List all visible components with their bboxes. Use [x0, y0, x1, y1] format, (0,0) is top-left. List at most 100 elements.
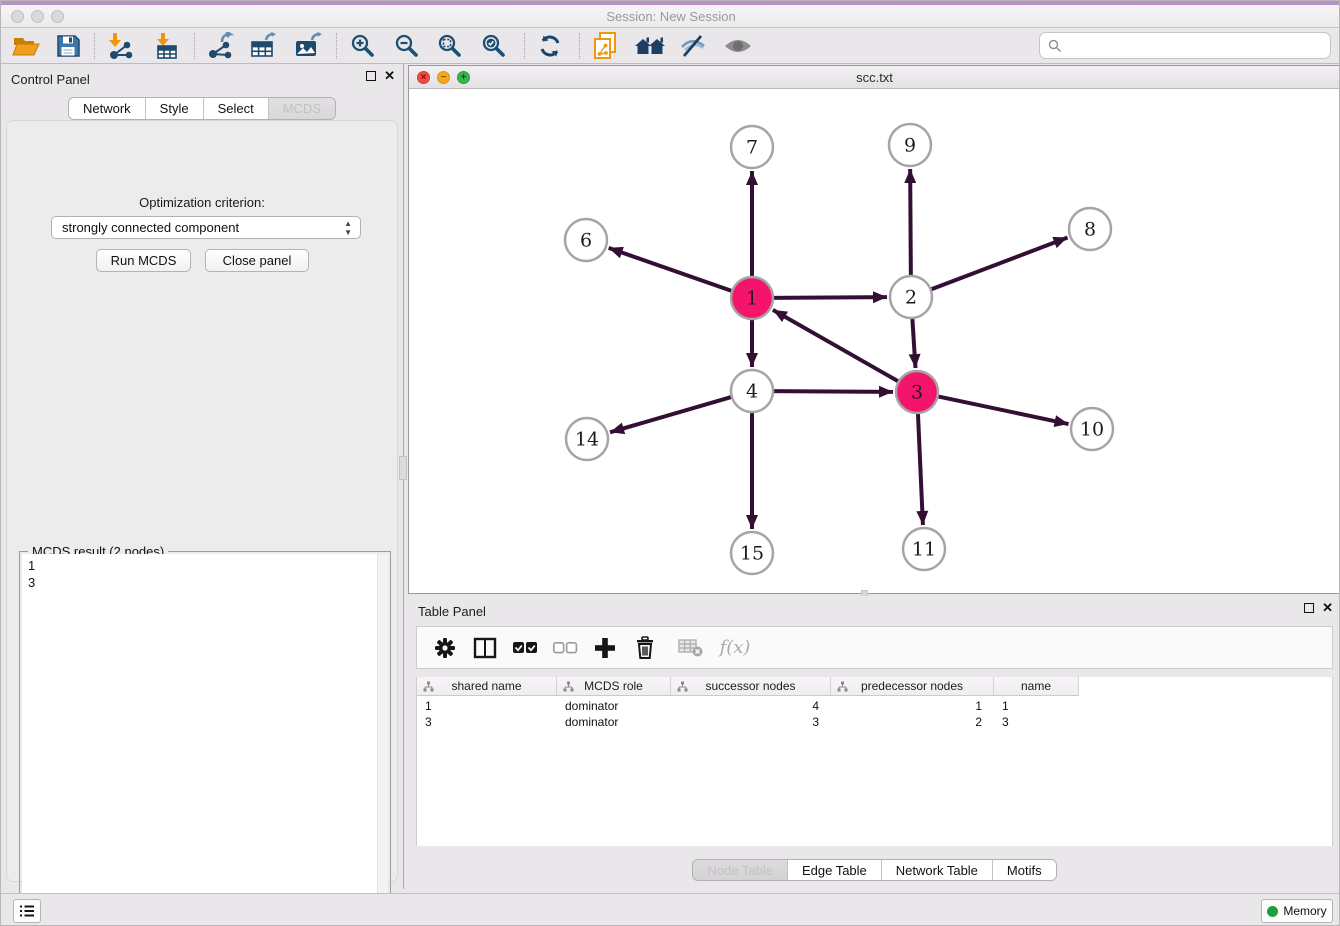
- graph-node-15[interactable]: 15: [731, 532, 773, 574]
- graph-node-9[interactable]: 9: [889, 124, 931, 166]
- memory-button[interactable]: Memory: [1261, 899, 1333, 923]
- graph-node-1[interactable]: 1: [731, 277, 773, 319]
- column-type-icon: [563, 681, 574, 692]
- task-history-button[interactable]: [13, 899, 41, 923]
- run-mcds-button[interactable]: Run MCDS: [96, 249, 191, 272]
- cell-shared-name[interactable]: 3: [417, 714, 557, 730]
- graph-edge-3-10[interactable]: [936, 396, 1069, 424]
- graph-node-label: 9: [904, 135, 916, 157]
- select-all-rows-icon[interactable]: [507, 630, 543, 666]
- graph-node-8[interactable]: 8: [1069, 208, 1111, 250]
- graph-edge-4-3[interactable]: [771, 391, 893, 392]
- graph-edge-1-6[interactable]: [609, 248, 734, 292]
- cell-successor-nodes[interactable]: 3: [671, 714, 831, 730]
- select-stepper-icon: ▲▼: [344, 219, 352, 237]
- cell-name[interactable]: 1: [994, 698, 1079, 714]
- graph-node-14[interactable]: 14: [566, 418, 608, 460]
- import-network-icon[interactable]: [101, 30, 139, 62]
- cell-predecessor-nodes[interactable]: 1: [831, 698, 994, 714]
- graph-node-2[interactable]: 2: [890, 276, 932, 318]
- cell-MCDS-role[interactable]: dominator: [557, 714, 671, 730]
- add-column-icon[interactable]: [587, 630, 623, 666]
- show-panel-icon[interactable]: [719, 30, 757, 62]
- float-table-panel-icon[interactable]: [1304, 603, 1314, 613]
- zoom-in-icon[interactable]: [344, 30, 382, 62]
- cell-MCDS-role[interactable]: dominator: [557, 698, 671, 714]
- graph-node-6[interactable]: 6: [565, 219, 607, 261]
- tab-network-table[interactable]: Network Table: [882, 860, 993, 880]
- float-panel-icon[interactable]: [366, 71, 376, 81]
- export-table-icon[interactable]: [245, 30, 283, 62]
- table-row[interactable]: 1dominator411: [417, 698, 1079, 714]
- cell-name[interactable]: 3: [994, 714, 1079, 730]
- import-table-icon[interactable]: [148, 30, 186, 62]
- tab-style[interactable]: Style: [146, 98, 204, 119]
- table-row[interactable]: 3dominator323: [417, 714, 1079, 730]
- node-table[interactable]: shared nameMCDS rolesuccessor nodesprede…: [416, 677, 1333, 846]
- vertical-splitter-handle[interactable]: [399, 456, 407, 480]
- mcds-result-values: 1 3: [22, 554, 388, 591]
- table-settings-gear-icon[interactable]: [427, 630, 463, 666]
- column-header-MCDS-role[interactable]: MCDS role: [557, 677, 671, 696]
- tab-select[interactable]: Select: [204, 98, 269, 119]
- graph-edge-3-1[interactable]: [773, 310, 901, 383]
- network-window-titlebar[interactable]: × − + scc.txt: [409, 66, 1340, 89]
- cell-predecessor-nodes[interactable]: 2: [831, 714, 994, 730]
- tab-motifs[interactable]: Motifs: [993, 860, 1056, 880]
- zoom-fit-icon[interactable]: [431, 30, 469, 62]
- tab-network[interactable]: Network: [69, 98, 146, 119]
- first-network-icon[interactable]: [587, 30, 625, 62]
- zoom-selected-icon[interactable]: [475, 30, 513, 62]
- cell-shared-name[interactable]: 1: [417, 698, 557, 714]
- hide-panel-icon[interactable]: [674, 30, 712, 62]
- graph-edge-2-9[interactable]: [910, 169, 911, 278]
- close-table-panel-icon[interactable]: ✕: [1322, 603, 1333, 613]
- graph-node-4[interactable]: 4: [731, 370, 773, 412]
- graph-node-7[interactable]: 7: [731, 126, 773, 168]
- tab-node-table[interactable]: Node Table: [693, 860, 788, 880]
- zoom-out-icon[interactable]: [388, 30, 426, 62]
- column-header-shared-name[interactable]: shared name: [417, 677, 557, 696]
- graph-node-label: 10: [1080, 419, 1104, 441]
- task-list-icon: [19, 904, 35, 918]
- close-panel-icon[interactable]: ✕: [384, 71, 395, 81]
- function-builder-icon: f(x): [717, 630, 753, 666]
- tab-edge-table[interactable]: Edge Table: [788, 860, 882, 880]
- close-panel-button[interactable]: Close panel: [205, 249, 309, 272]
- network-canvas[interactable]: 7 9 6 8 1 2 4 3 14 10 15 11: [409, 89, 1340, 593]
- graph-node-label: 15: [740, 543, 764, 565]
- column-header-name[interactable]: name: [994, 677, 1079, 696]
- deselect-all-rows-icon[interactable]: [547, 630, 583, 666]
- graph-edge-4-14[interactable]: [610, 396, 734, 432]
- export-network-icon[interactable]: [201, 30, 239, 62]
- split-view-icon[interactable]: [467, 630, 503, 666]
- criterion-select[interactable]: strongly connected component ▲▼: [51, 216, 361, 239]
- graph-node-3[interactable]: 3: [896, 371, 938, 413]
- graph-node-10[interactable]: 10: [1071, 408, 1113, 450]
- mcds-result-group: MCDS result (2 nodes) 1 3: [19, 551, 391, 926]
- graph-edge-3-11[interactable]: [918, 411, 923, 525]
- graph-node-11[interactable]: 11: [903, 528, 945, 570]
- column-header-successor-nodes[interactable]: successor nodes: [671, 677, 831, 696]
- search-input[interactable]: [1067, 38, 1330, 53]
- show-all-networks-icon[interactable]: [631, 30, 669, 62]
- result-scrollbar[interactable]: [377, 554, 388, 926]
- graph-edge-1-2[interactable]: [771, 297, 887, 298]
- delete-table-icon[interactable]: [673, 630, 709, 666]
- graph-edge-2-8[interactable]: [929, 238, 1068, 291]
- save-session-icon[interactable]: [49, 30, 87, 62]
- column-header-predecessor-nodes[interactable]: predecessor nodes: [831, 677, 994, 696]
- search-icon: [1048, 39, 1062, 53]
- open-session-icon[interactable]: [7, 30, 45, 62]
- cell-successor-nodes[interactable]: 4: [671, 698, 831, 714]
- refresh-layout-icon[interactable]: [531, 30, 569, 62]
- search-field[interactable]: [1039, 32, 1331, 59]
- graph-edge-2-3[interactable]: [912, 316, 915, 368]
- toolbar-separator: [94, 33, 95, 59]
- delete-column-icon[interactable]: [627, 630, 663, 666]
- mcds-result-area[interactable]: 1 3: [22, 554, 388, 926]
- control-panel-tabs: NetworkStyleSelectMCDS: [68, 97, 336, 120]
- export-image-icon[interactable]: [289, 30, 327, 62]
- tab-mcds[interactable]: MCDS: [269, 98, 335, 119]
- graph-node-label: 14: [575, 429, 599, 451]
